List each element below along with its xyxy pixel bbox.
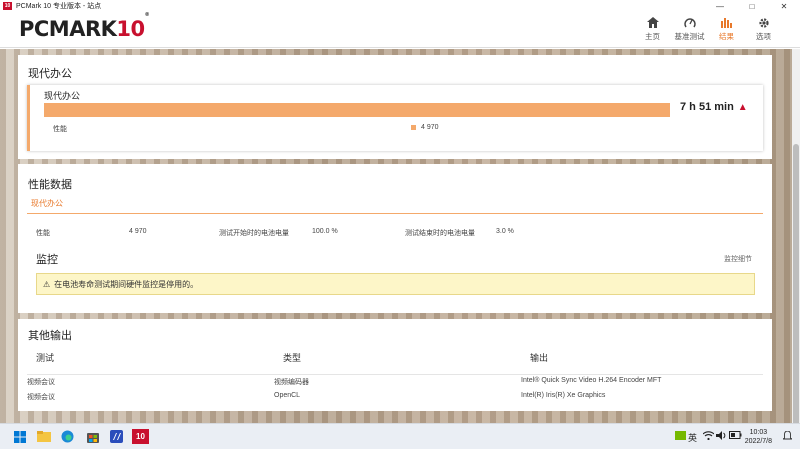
perf-label: 性能 bbox=[53, 126, 67, 133]
tab-row: 现代办公 bbox=[27, 196, 763, 214]
volume-icon[interactable] bbox=[716, 431, 726, 442]
perf-value: 4 970 bbox=[421, 124, 439, 131]
start-battery-label: 测试开始时的电池电量 bbox=[219, 230, 289, 237]
clock-time: 10:03 bbox=[749, 429, 768, 436]
wifi-icon[interactable] bbox=[702, 431, 715, 442]
window-title: PCMark 10 专业版本 - 站点 bbox=[16, 3, 102, 10]
row-2-output: Intel(R) Iris(R) Xe Graphics bbox=[521, 392, 606, 399]
battery-icon[interactable] bbox=[729, 431, 742, 441]
store-icon[interactable] bbox=[85, 429, 100, 444]
perf-value: 4 970 bbox=[129, 228, 147, 235]
minimize-button[interactable]: — bbox=[704, 0, 736, 12]
warning-icon: ▲ bbox=[737, 102, 748, 113]
pcmark-taskbar-icon[interactable]: 10 bbox=[132, 429, 149, 444]
monitor-title: 监控 bbox=[36, 254, 58, 266]
start-battery-value: 100.0 % bbox=[312, 228, 338, 235]
main-nav: 主页 基准测试 结果 选项 bbox=[634, 14, 782, 42]
table-header-divider bbox=[27, 374, 763, 375]
notification-icon[interactable] bbox=[781, 430, 794, 443]
warning-icon: ⚠ bbox=[43, 279, 51, 289]
perf-legend-square bbox=[411, 125, 416, 130]
app-header: PCMARK10® 主页 基准测试 结果 选项 bbox=[0, 12, 800, 48]
result-title: 现代办公 bbox=[44, 91, 81, 101]
monitor-details-link[interactable]: 监控细节 bbox=[724, 254, 752, 264]
nav-results[interactable]: 结果 bbox=[708, 14, 745, 42]
summary-title: 现代办公 bbox=[28, 68, 72, 80]
row-2-test: 视频会议 bbox=[27, 394, 55, 401]
gear-icon bbox=[758, 14, 770, 31]
system-clock[interactable]: 10:03 2022/7/8 bbox=[745, 428, 772, 446]
row-1-output: Intel® Quick Sync Video H.264 Encoder MF… bbox=[521, 377, 662, 384]
window-controls: — □ ✕ bbox=[704, 0, 800, 12]
monitor-alert: ⚠ 在电池寿命测试期间硬件监控是停用的。 bbox=[36, 273, 755, 295]
other-output-card: 其他输出 测试 类型 输出 视频会议 视频编码器 Intel® Quick Sy… bbox=[18, 319, 772, 411]
column-header-test: 测试 bbox=[36, 353, 55, 363]
scrollbar-thumb[interactable] bbox=[793, 144, 799, 444]
scrollbar[interactable] bbox=[792, 49, 800, 444]
row-1-test: 视频会议 bbox=[27, 379, 55, 386]
other-output-title: 其他输出 bbox=[28, 330, 72, 342]
ime-indicator[interactable]: 英 bbox=[688, 431, 697, 444]
nav-home[interactable]: 主页 bbox=[634, 14, 671, 42]
title-bar: 10 PCMark 10 专业版本 - 站点 — □ ✕ bbox=[0, 0, 800, 12]
row-1-type: 视频编码器 bbox=[274, 379, 309, 386]
row-2-type: OpenCL bbox=[274, 392, 301, 399]
summary-card: 现代办公 现代办公 7 h 51 min ▲ 性能 4 970 bbox=[18, 55, 772, 159]
nav-options[interactable]: 选项 bbox=[745, 14, 782, 42]
file-explorer-icon[interactable] bbox=[36, 429, 51, 444]
end-battery-value: 3.0 % bbox=[496, 228, 514, 235]
alert-text: 在电池寿命测试期间硬件监控是停用的。 bbox=[54, 279, 199, 289]
gauge-icon bbox=[683, 14, 696, 31]
pcmark-logo: PCMARK10® bbox=[19, 12, 150, 41]
battery-life-value: 7 h 51 min ▲ bbox=[680, 101, 748, 113]
edge-browser-icon[interactable] bbox=[60, 429, 75, 444]
clock-date: 2022/7/8 bbox=[744, 438, 772, 445]
app-icon-blue[interactable] bbox=[109, 429, 124, 444]
battery-result-panel: 现代办公 7 h 51 min ▲ 性能 4 970 bbox=[27, 85, 763, 151]
nav-benchmarks[interactable]: 基准测试 bbox=[671, 14, 708, 42]
perf-label: 性能 bbox=[36, 230, 50, 237]
performance-title: 性能数据 bbox=[28, 179, 72, 191]
home-icon bbox=[646, 14, 659, 31]
app-icon: 10 bbox=[3, 2, 12, 10]
performance-data-card: 性能数据 现代办公 性能 4 970 测试开始时的电池电量 100.0 % 测试… bbox=[18, 164, 772, 313]
close-button[interactable]: ✕ bbox=[768, 0, 800, 12]
bar-chart-icon bbox=[720, 14, 733, 31]
taskbar: 10 英 10:03 2022/7/8 bbox=[0, 423, 800, 449]
end-battery-label: 测试结束时的电池电量 bbox=[405, 230, 475, 237]
nvidia-icon[interactable] bbox=[675, 431, 686, 442]
column-header-type: 类型 bbox=[283, 353, 302, 363]
column-header-output: 输出 bbox=[530, 353, 549, 363]
tab-modern-office[interactable]: 现代办公 bbox=[31, 198, 63, 209]
maximize-button[interactable]: □ bbox=[736, 0, 768, 12]
battery-life-bar bbox=[44, 103, 670, 117]
windows-start-icon[interactable] bbox=[12, 429, 27, 444]
